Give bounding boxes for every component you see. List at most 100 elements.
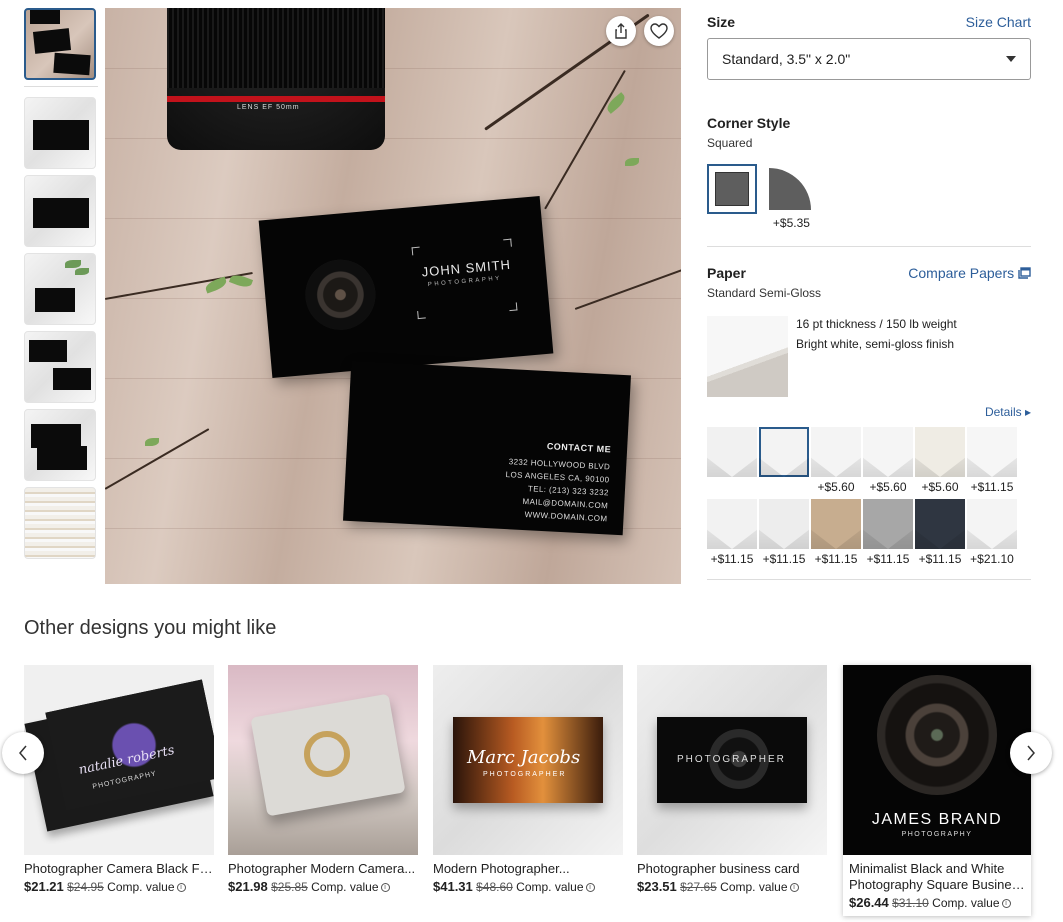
paper-swatch	[863, 499, 913, 549]
info-icon: i	[789, 883, 799, 893]
share-icon	[615, 23, 627, 39]
recommendation-card[interactable]: Photographer Modern Camera... $21.98 $25…	[228, 665, 418, 894]
paper-swatch-option[interactable]: +$5.60	[811, 427, 861, 495]
recommendation-card[interactable]: natalie roberts PHOTOGRAPHY Photographer…	[24, 665, 214, 894]
thumbnail-1[interactable]	[24, 8, 96, 80]
paper-swatch-price: +$11.15	[814, 552, 858, 566]
business-card-back: CONTACT ME 3232 HOLLYWOOD BLVD LOS ANGEL…	[343, 360, 631, 536]
recommendation-title: Photography Square Business...	[849, 877, 1025, 892]
paper-swatch-option[interactable]: +$11.15	[707, 499, 757, 567]
recommendation-image: PHOTOGRAPHER	[637, 665, 827, 855]
paper-swatch-option[interactable]: +$11.15	[759, 499, 809, 567]
recommendation-image: JAMES BRAND PHOTOGRAPHY	[843, 665, 1031, 855]
paper-swatch-price	[759, 480, 809, 495]
info-icon: i	[380, 883, 390, 893]
corner-option-rounded[interactable]	[765, 164, 815, 214]
share-button[interactable]	[606, 16, 636, 46]
product-main-image: LENS EF 50mm JOHN SMITH PHOTOGRAPHY CONT…	[105, 8, 681, 584]
paper-swatch	[915, 499, 965, 549]
paper-swatch-price: +$11.15	[866, 552, 910, 566]
recommendation-image	[228, 665, 418, 855]
thumbnail-6[interactable]	[24, 409, 96, 481]
thumbnail-7[interactable]	[24, 487, 96, 559]
recommendation-image: natalie roberts PHOTOGRAPHY	[24, 665, 214, 855]
paper-preview	[707, 316, 788, 397]
recommendation-title: Modern Photographer...	[433, 861, 570, 876]
chevron-right-icon	[1027, 745, 1035, 761]
recommendation-price: $21.21 $24.95 Comp. value i	[24, 879, 214, 894]
size-select[interactable]: Standard, 3.5" x 2.0"	[707, 38, 1031, 80]
paper-swatch	[967, 427, 1017, 477]
corner-style-label: Corner Style	[707, 115, 791, 131]
thumbnail-5[interactable]	[24, 331, 96, 403]
paper-swatch	[707, 427, 757, 477]
paper-swatch-price: +$21.10	[970, 552, 1014, 566]
paper-swatch	[759, 427, 809, 477]
paper-selected: Standard Semi-Gloss	[707, 286, 822, 300]
paper-swatch-price: +$5.60	[817, 480, 855, 494]
paper-swatch-option[interactable]	[707, 427, 757, 495]
paper-swatch-price: +$5.60	[869, 480, 907, 494]
paper-swatch	[811, 427, 861, 477]
corner-price: +$5.35	[772, 216, 810, 230]
paper-swatch-price: +$11.15	[970, 480, 1014, 494]
recommendation-card[interactable]: PHOTOGRAPHER Photographer business card …	[637, 665, 827, 894]
external-window-icon	[1018, 267, 1031, 279]
paper-swatch-option[interactable]: +$11.15	[811, 499, 861, 567]
recommendation-price: $41.31 $48.60 Comp. value i	[433, 879, 623, 894]
compare-papers-link[interactable]: Compare Papers	[908, 265, 1031, 281]
contact-title: CONTACT ME	[546, 441, 612, 455]
paper-desc-thickness: 16 pt thickness / 150 lb weight	[796, 317, 957, 331]
paper-swatch-price: +$5.60	[921, 480, 959, 494]
paper-swatch-option[interactable]: +$5.60	[915, 427, 965, 495]
recommendation-title: Minimalist Black and White	[849, 861, 1005, 876]
paper-details-link[interactable]: Details ▸	[985, 405, 1031, 419]
size-label: Size	[707, 14, 736, 30]
paper-swatch	[759, 499, 809, 549]
lens-text: LENS EF 50mm	[237, 104, 300, 111]
contact-line: WWW.DOMAIN.COM	[524, 510, 608, 524]
business-card-front: JOHN SMITH PHOTOGRAPHY	[258, 196, 554, 378]
recommendation-title: Photographer Modern Camera...	[228, 861, 416, 876]
paper-swatch-option[interactable]: +$21.10	[967, 499, 1017, 567]
recommendation-card[interactable]: Marc Jacobs PHOTOGRAPHER Modern Photogra…	[433, 665, 623, 894]
thumbnail-3[interactable]	[24, 175, 96, 247]
size-chart-link[interactable]: Size Chart	[966, 14, 1031, 30]
paper-swatch-option[interactable]: +$11.15	[967, 427, 1017, 495]
paper-swatch-option[interactable]: +$5.60	[863, 427, 913, 495]
contact-line: TEL: (213) 323 3232	[527, 484, 610, 498]
recommendation-card-hovered[interactable]: JAMES BRAND PHOTOGRAPHY Minimalist Black…	[843, 665, 1031, 916]
contact-line: 3232 HOLLYWOOD BLVD	[508, 457, 611, 472]
paper-swatch	[707, 499, 757, 549]
paper-swatch-price	[707, 480, 757, 495]
recommendation-price: $23.51 $27.65 Comp. value i	[637, 879, 827, 894]
thumbnail-2[interactable]	[24, 97, 96, 169]
favorite-button[interactable]	[644, 16, 674, 46]
paper-swatch-option[interactable]: +$11.15	[863, 499, 913, 567]
options-panel: Size Size Chart Standard, 3.5" x 2.0" Co…	[707, 0, 1031, 580]
size-selected-value: Standard, 3.5" x 2.0"	[722, 51, 851, 67]
paper-swatch	[863, 427, 913, 477]
info-icon: i	[176, 883, 186, 893]
paper-swatch-price: +$11.15	[918, 552, 962, 566]
corner-style-selected: Squared	[707, 136, 753, 150]
contact-line: LOS ANGELES CA, 90100	[505, 470, 610, 485]
paper-swatch-price: +$11.15	[710, 552, 754, 566]
recommendation-title: Photographer Camera Black Floral...	[24, 861, 214, 876]
corner-option-squared[interactable]	[707, 164, 757, 214]
paper-swatch	[967, 499, 1017, 549]
paper-desc-finish: Bright white, semi-gloss finish	[796, 337, 955, 351]
carousel-prev-button[interactable]	[2, 732, 44, 774]
paper-swatch	[811, 499, 861, 549]
thumbnail-strip	[24, 8, 98, 565]
thumbnail-4[interactable]	[24, 253, 96, 325]
contact-line: MAIL@DOMAIN.COM	[522, 496, 609, 511]
heart-icon	[650, 23, 668, 39]
recommendations-title: Other designs you might like	[24, 617, 277, 639]
carousel-next-button[interactable]	[1010, 732, 1052, 774]
paper-swatch-option[interactable]: +$11.15	[915, 499, 965, 567]
chevron-down-icon	[1006, 56, 1016, 62]
recommendation-price: $26.44 $31.10 Comp. value i	[849, 895, 1025, 910]
paper-label: Paper	[707, 265, 746, 281]
paper-swatch-option[interactable]	[759, 427, 809, 495]
